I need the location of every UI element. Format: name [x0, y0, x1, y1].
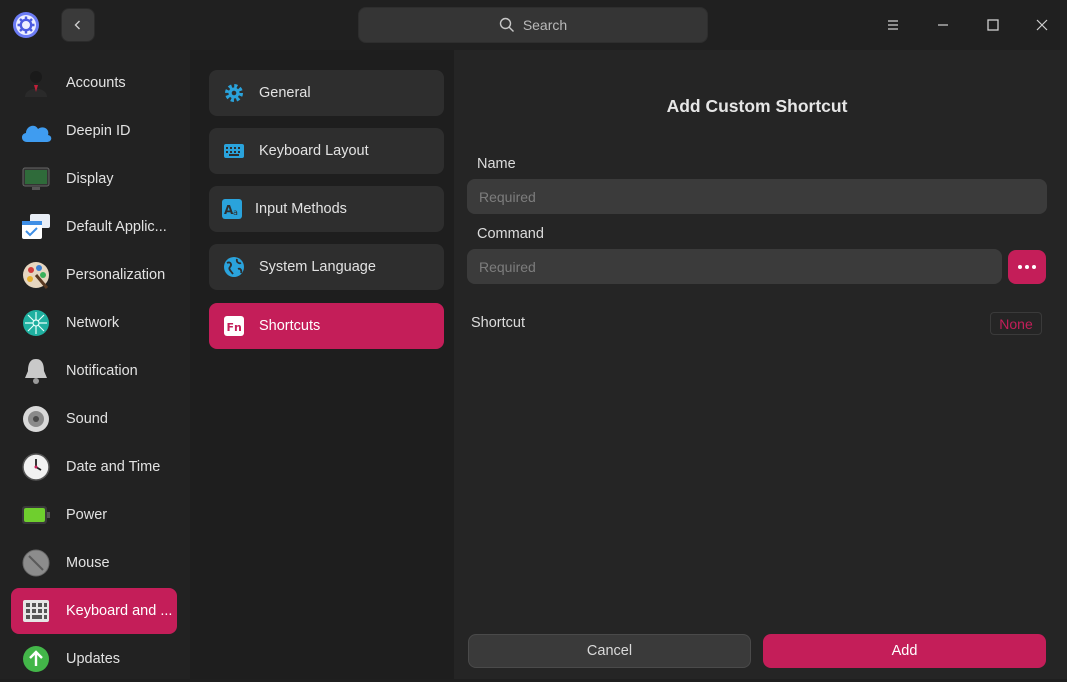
command-label: Command [477, 226, 544, 242]
default-apps-icon [19, 210, 53, 244]
name-field[interactable] [467, 179, 1047, 214]
update-icon [19, 642, 53, 676]
add-custom-shortcut-panel: Add Custom Shortcut Name Command Shortcu… [454, 50, 1067, 679]
sidebar-item-sound[interactable]: Sound [11, 396, 177, 442]
sidebar-item-date-and-time[interactable]: Date and Time [11, 444, 177, 490]
speaker-icon [19, 402, 53, 436]
sidebar-item-network[interactable]: Network [11, 300, 177, 346]
search-icon [499, 17, 514, 32]
submenu-item-system-language[interactable]: System Language [209, 244, 444, 290]
keyboard-layout-icon [223, 140, 245, 162]
menu-icon [888, 20, 898, 30]
sidebar-item-deepin-id[interactable]: Deepin ID [11, 108, 177, 154]
palette-icon [19, 258, 53, 292]
menu-button[interactable] [880, 12, 906, 38]
close-icon [1036, 19, 1048, 31]
gear-app-logo-icon [10, 9, 42, 41]
add-button[interactable]: Add [763, 634, 1046, 668]
name-label: Name [477, 156, 516, 172]
sidebar: Accounts Deepin ID Display Default Appli… [0, 50, 190, 679]
shortcut-key-input[interactable]: None [990, 312, 1042, 335]
submenu-item-keyboard-layout[interactable]: Keyboard Layout [209, 128, 444, 174]
search-placeholder: Search [522, 17, 568, 33]
search-input[interactable]: Search [358, 7, 708, 43]
sidebar-item-updates[interactable]: Updates [11, 636, 177, 682]
svg-text:a: a [233, 208, 238, 217]
sidebar-item-power[interactable]: Power [11, 492, 177, 538]
clock-icon [19, 450, 53, 484]
minimize-button[interactable] [930, 12, 956, 38]
shortcut-label: Shortcut [471, 315, 525, 331]
sidebar-item-default-applications[interactable]: Default Applic... [11, 204, 177, 250]
input-methods-icon: A a [221, 198, 243, 220]
maximize-icon [987, 19, 999, 31]
globe-icon [223, 256, 245, 278]
chevron-left-icon [74, 20, 80, 30]
keyboard-icon [19, 594, 53, 628]
network-icon [19, 306, 53, 340]
gear-icon [223, 82, 245, 104]
page-title: Add Custom Shortcut [666, 96, 848, 116]
cancel-button[interactable]: Cancel [468, 634, 751, 668]
close-button[interactable] [1029, 12, 1055, 38]
maximize-button[interactable] [980, 12, 1006, 38]
sidebar-item-mouse[interactable]: Mouse [11, 540, 177, 586]
mouse-icon [19, 546, 53, 580]
bell-icon [19, 354, 53, 388]
minimize-icon [938, 24, 948, 26]
back-button[interactable] [61, 8, 95, 42]
sidebar-item-accounts[interactable]: Accounts [11, 60, 177, 106]
title-bar: Search [0, 0, 1067, 50]
command-field[interactable] [467, 249, 1002, 284]
cloud-icon [19, 114, 53, 148]
sidebar-item-personalization[interactable]: Personalization [11, 252, 177, 298]
accounts-icon [19, 66, 53, 100]
battery-icon [19, 498, 53, 532]
submenu-item-general[interactable]: General [209, 70, 444, 116]
browse-command-button[interactable] [1008, 250, 1046, 284]
display-icon [19, 162, 53, 196]
submenu-item-shortcuts[interactable]: Fn Shortcuts [209, 303, 444, 349]
fn-icon: Fn [223, 315, 245, 337]
svg-text:Fn: Fn [227, 321, 242, 334]
more-dots-icon [1017, 265, 1038, 269]
sidebar-item-notification[interactable]: Notification [11, 348, 177, 394]
submenu-panel: General Keyboard Layout A a Input Method… [190, 50, 454, 679]
submenu-item-input-methods[interactable]: A a Input Methods [209, 186, 444, 232]
sidebar-item-keyboard-and-language[interactable]: Keyboard and ... [11, 588, 177, 634]
sidebar-item-display[interactable]: Display [11, 156, 177, 202]
